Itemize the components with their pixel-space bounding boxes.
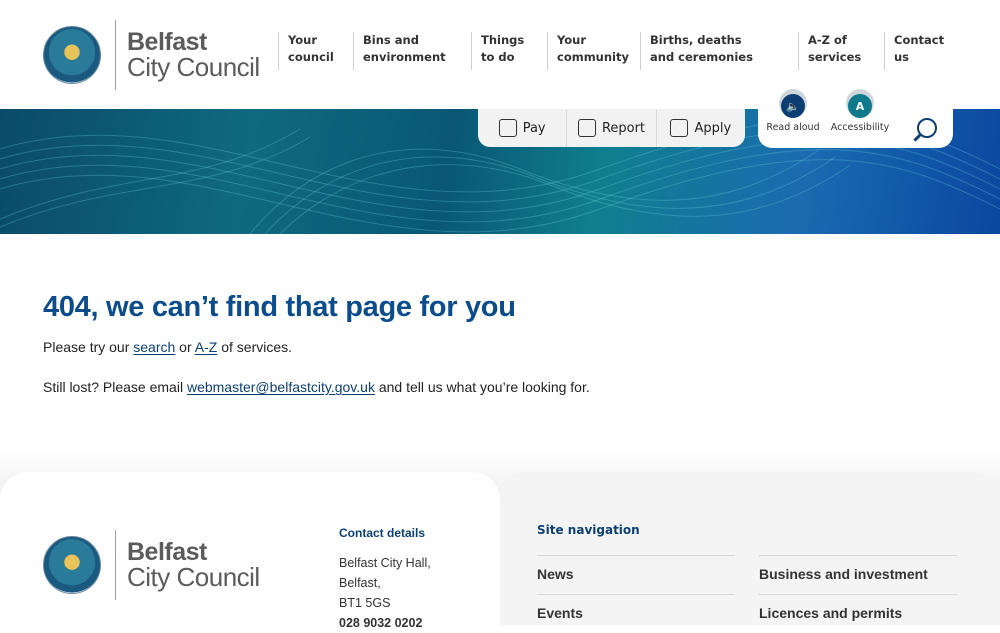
- help-line-2: Still lost? Please email webmaster@belfa…: [43, 379, 943, 395]
- footer-logo-link[interactable]: Belfast City Council: [43, 530, 260, 600]
- search-button[interactable]: [903, 108, 951, 148]
- contact-details: Contact details Belfast City Hall, Belfa…: [339, 523, 431, 633]
- contact-line: BT1 5GS: [339, 596, 391, 610]
- az-link[interactable]: A-Z: [195, 339, 218, 355]
- search-link[interactable]: search: [133, 339, 175, 355]
- pay-tab[interactable]: Pay: [478, 109, 568, 147]
- apply-tab[interactable]: Apply: [657, 109, 745, 147]
- site-navigation: Site navigation News Business and invest…: [537, 523, 957, 633]
- search-icon: [917, 118, 937, 138]
- nav-az-services[interactable]: A-Z of services: [798, 32, 866, 70]
- email-link[interactable]: webmaster@belfastcity.gov.uk: [187, 379, 375, 395]
- sitenav-heading: Site navigation: [537, 523, 640, 537]
- nav-things-to-do[interactable]: Things to do: [471, 32, 537, 70]
- text: Still lost? Please email: [43, 379, 187, 395]
- main-content: 404, we can’t find that page for you Ple…: [43, 291, 943, 395]
- accessibility-label: Accessibility: [830, 122, 890, 133]
- sitenav-business-investment[interactable]: Business and investment: [759, 555, 957, 594]
- sitenav-grid: News Business and investment Events Lice…: [537, 555, 957, 633]
- footer-crest-icon: [43, 536, 101, 594]
- text: and tell us what you’re looking for.: [374, 379, 590, 395]
- apply-label: Apply: [694, 120, 732, 136]
- sitenav-licences-permits[interactable]: Licences and permits: [759, 594, 957, 633]
- accessibility-button[interactable]: A Accessibility: [825, 90, 895, 133]
- nav-births-deaths-ceremonies[interactable]: Births, deaths and ceremonies: [640, 32, 758, 70]
- sitenav-events[interactable]: Events: [537, 594, 735, 633]
- apply-icon: [670, 119, 689, 137]
- speaker-icon: 🔈: [781, 94, 805, 118]
- text: Please try our: [43, 339, 134, 355]
- footer-logo-text: Belfast City Council: [127, 540, 260, 592]
- pay-icon: [498, 119, 517, 137]
- contact-phone-link[interactable]: 028 9032 0202: [339, 616, 422, 630]
- report-label: Report: [601, 120, 646, 136]
- main-navigation: Your council Bins and environment Things…: [0, 32, 1000, 72]
- read-aloud-button[interactable]: 🔈 Read aloud: [758, 90, 828, 133]
- report-tab[interactable]: Report: [567, 109, 657, 147]
- footer-logo-divider: [115, 530, 116, 600]
- accessibility-icon: A: [848, 94, 872, 118]
- nav-your-council[interactable]: Your council: [278, 32, 338, 70]
- nav-contact-us[interactable]: Contact us: [884, 32, 946, 70]
- page-title: 404, we can’t find that page for you: [43, 291, 516, 323]
- contact-heading: Contact details: [339, 526, 426, 540]
- read-aloud-label: Read aloud: [766, 122, 820, 133]
- report-icon: [577, 119, 596, 137]
- pay-label: Pay: [522, 120, 546, 136]
- text: of services.: [217, 339, 293, 355]
- footer-logo-line-2: City Council: [127, 562, 260, 592]
- help-line-1: Please try our search or A-Z of services…: [43, 339, 943, 355]
- sitenav-news[interactable]: News: [537, 555, 735, 594]
- nav-bins-environment[interactable]: Bins and environment: [353, 32, 446, 70]
- quick-actions: Pay Report Apply: [478, 109, 745, 147]
- nav-your-community[interactable]: Your community: [547, 32, 629, 70]
- contact-line: Belfast City Hall,: [339, 556, 431, 570]
- text: or: [175, 339, 195, 355]
- contact-line: Belfast,: [339, 576, 381, 590]
